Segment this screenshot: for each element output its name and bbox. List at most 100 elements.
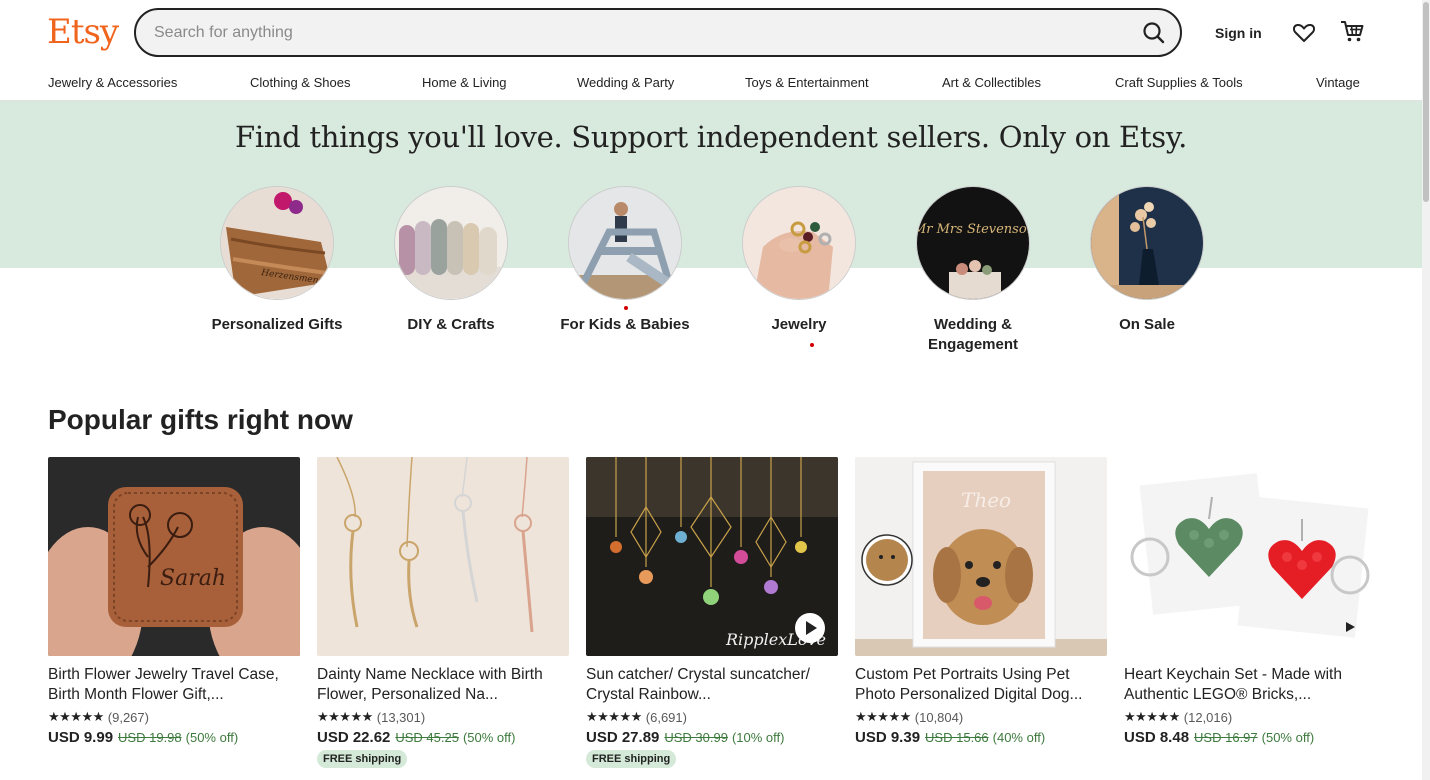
circle-label: Personalized Gifts <box>211 316 343 333</box>
original-price: USD 45.25 <box>395 730 459 745</box>
nav-jewelry-accessories[interactable]: Jewelry & Accessories <box>48 75 177 90</box>
circle-label: For Kids & Babies <box>560 316 690 333</box>
product-title[interactable]: Birth Flower Jewelry Travel Case, Birth … <box>48 665 300 705</box>
star-rating-icon: ★★★★★ <box>48 709 104 724</box>
product-rating: ★★★★★ (9,267) <box>48 708 300 726</box>
sale-price: USD 27.89 <box>586 729 660 746</box>
original-price: USD 19.98 <box>118 730 182 745</box>
nav-wedding-party[interactable]: Wedding & Party <box>577 75 674 90</box>
circle-personalized-gifts[interactable]: Herzensmensch Personalized Gifts <box>197 186 357 335</box>
original-price: USD 15.66 <box>925 730 989 745</box>
product-card[interactable]: RipplexLove Sun catcher/ Crystal suncatc… <box>586 457 838 768</box>
indicator-dot <box>810 343 814 347</box>
circle-wedding-engagement[interactable]: Mr Mrs Stevenson Wedding & Engagement <box>893 186 1053 355</box>
nav-toys-entertainment[interactable]: Toys & Entertainment <box>745 75 869 90</box>
product-image: Theo <box>855 457 1107 656</box>
nav-craft-supplies-tools[interactable]: Craft Supplies & Tools <box>1115 75 1243 90</box>
product-rating: ★★★★★ (13,301) <box>317 708 569 726</box>
discount: (40% off) <box>992 730 1046 745</box>
product-title[interactable]: Heart Keychain Set - Made with Authentic… <box>1124 665 1376 705</box>
etsy-logo[interactable]: Etsy <box>47 12 119 52</box>
product-image <box>1124 457 1376 656</box>
sale-price: USD 22.62 <box>317 729 391 746</box>
discount: (10% off) <box>731 730 785 745</box>
circle-label: DIY & Crafts <box>407 316 495 333</box>
site-header: Etsy Sign in <box>0 0 1422 66</box>
sale-price: USD 9.99 <box>48 729 114 746</box>
favorites-button[interactable] <box>1290 19 1318 47</box>
personalized-gifts-image: Herzensmensch <box>220 186 334 300</box>
cart-button[interactable] <box>1338 17 1366 45</box>
search-button[interactable] <box>1140 19 1168 47</box>
sale-price: USD 9.39 <box>855 729 921 746</box>
discount: (50% off) <box>185 730 239 745</box>
product-card[interactable]: Theo Custom Pet Portraits Using Pet Phot… <box>855 457 1107 746</box>
section-title: Popular gifts right now <box>48 404 353 435</box>
search-icon <box>1143 22 1165 44</box>
original-price: USD 30.99 <box>664 730 728 745</box>
wedding-engagement-image: Mr Mrs Stevenson <box>916 186 1030 300</box>
star-rating-icon: ★★★★★ <box>855 709 911 724</box>
search-input[interactable] <box>154 22 1114 44</box>
original-price: USD 16.97 <box>1194 730 1258 745</box>
play-video-icon[interactable] <box>1343 620 1357 634</box>
nav-clothing-shoes[interactable]: Clothing & Shoes <box>250 75 350 90</box>
circle-label: On Sale <box>1119 316 1175 333</box>
circle-diy-crafts[interactable]: DIY & Crafts <box>371 186 531 335</box>
category-nav: Jewelry & Accessories Clothing & Shoes H… <box>0 66 1422 101</box>
circle-label: Jewelry <box>771 316 827 333</box>
product-title[interactable]: Custom Pet Portraits Using Pet Photo Per… <box>855 665 1107 705</box>
on-sale-image <box>1090 186 1204 300</box>
page-scrollbar[interactable] <box>1422 0 1430 780</box>
review-count: (10,804) <box>914 709 964 725</box>
circle-jewelry[interactable]: Jewelry <box>719 186 879 335</box>
nav-vintage[interactable]: Vintage <box>1316 75 1360 90</box>
product-card[interactable]: Heart Keychain Set - Made with Authentic… <box>1124 457 1376 746</box>
review-count: (12,016) <box>1183 709 1233 725</box>
free-shipping-badge: FREE shipping <box>586 750 677 768</box>
price-line: USD 8.48 USD 16.97 (50% off) <box>1124 729 1376 746</box>
hero-title: Find things you'll love. Support indepen… <box>235 120 1187 154</box>
circle-label: Wedding & Engagement <box>927 316 1018 353</box>
play-video-icon[interactable] <box>795 613 825 643</box>
discount: (50% off) <box>1261 730 1315 745</box>
product-image <box>317 457 569 656</box>
nav-art-collectibles[interactable]: Art & Collectibles <box>942 75 1041 90</box>
case-engraving: Sarah <box>160 566 226 591</box>
product-rating: ★★★★★ (6,691) <box>586 708 838 726</box>
jewelry-image <box>742 186 856 300</box>
discount: (50% off) <box>462 730 516 745</box>
cart-icon <box>1341 21 1364 42</box>
product-rating: ★★★★★ (10,804) <box>855 708 1107 726</box>
wedding-topper-text: Mr Mrs Stevenson <box>917 222 1030 237</box>
review-count: (13,301) <box>376 709 426 725</box>
sign-in-link[interactable]: Sign in <box>1215 25 1262 41</box>
review-count: (6,691) <box>645 709 687 725</box>
product-title[interactable]: Sun catcher/ Crystal suncatcher/ Crystal… <box>586 665 838 705</box>
product-card[interactable]: Sarah Birth Flower Jewelry Travel Case, … <box>48 457 300 746</box>
review-count: (9,267) <box>107 709 149 725</box>
scrollbar-thumb[interactable] <box>1423 2 1429 202</box>
diy-crafts-image <box>394 186 508 300</box>
free-shipping-badge: FREE shipping <box>317 750 408 768</box>
heart-icon <box>1292 23 1316 42</box>
product-image: RipplexLove <box>586 457 838 656</box>
sale-price: USD 8.48 <box>1124 729 1190 746</box>
product-rating: ★★★★★ (12,016) <box>1124 708 1376 726</box>
search-bar <box>134 8 1182 57</box>
star-rating-icon: ★★★★★ <box>1124 709 1180 724</box>
price-line: USD 9.99 USD 19.98 (50% off) <box>48 729 300 746</box>
price-line: USD 9.39 USD 15.66 (40% off) <box>855 729 1107 746</box>
product-card[interactable]: Dainty Name Necklace with Birth Flower, … <box>317 457 569 768</box>
price-line: USD 22.62 USD 45.25 (50% off) <box>317 729 569 746</box>
circle-for-kids-babies[interactable]: For Kids & Babies <box>545 186 705 335</box>
portrait-name: Theo <box>961 488 1011 512</box>
nav-home-living[interactable]: Home & Living <box>422 75 507 90</box>
circle-on-sale[interactable]: On Sale <box>1067 186 1227 335</box>
indicator-dot <box>624 306 628 310</box>
star-rating-icon: ★★★★★ <box>586 709 642 724</box>
price-line: USD 27.89 USD 30.99 (10% off) <box>586 729 838 746</box>
star-rating-icon: ★★★★★ <box>317 709 373 724</box>
product-title[interactable]: Dainty Name Necklace with Birth Flower, … <box>317 665 569 705</box>
for-kids-babies-image <box>568 186 682 300</box>
